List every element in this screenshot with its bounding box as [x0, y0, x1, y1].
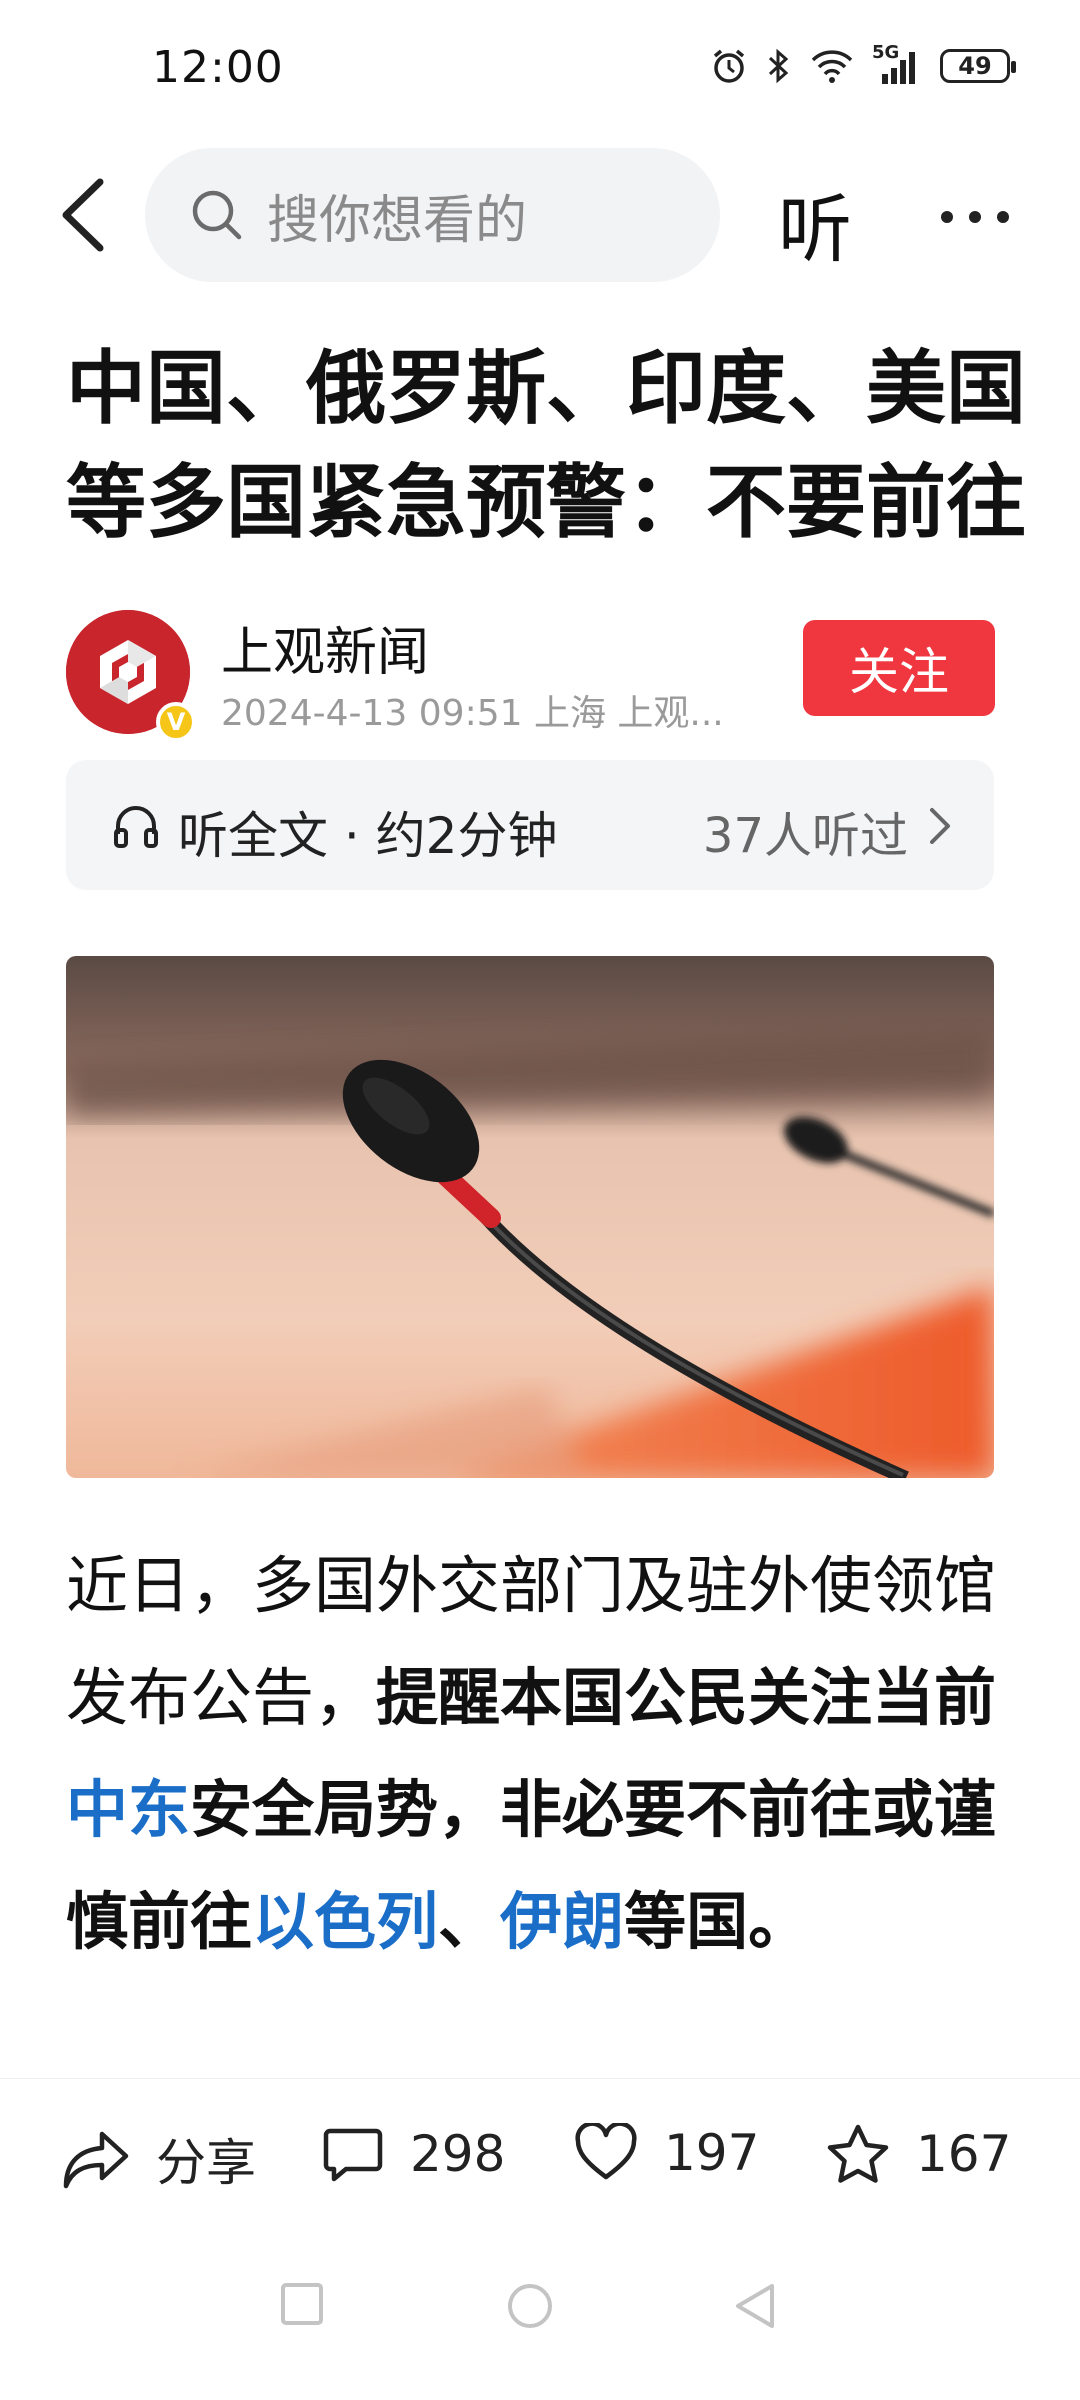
more-button[interactable]	[935, 182, 1015, 252]
share-icon	[63, 2131, 129, 2189]
battery-indicator: 49	[940, 49, 1016, 83]
bluetooth-icon	[768, 48, 789, 84]
body-bold-text: 等国。	[624, 1885, 811, 1958]
status-time: 12:00	[152, 42, 284, 93]
favorite-count: 167	[916, 2125, 1012, 2183]
favorite-button[interactable]: 167	[826, 2123, 1011, 2185]
circle-icon	[508, 2284, 552, 2328]
microphone-photo	[66, 956, 994, 1478]
chevron-left-icon	[62, 178, 104, 252]
headphone-icon	[114, 806, 158, 848]
article-hero-image[interactable]	[66, 956, 994, 1478]
listen-label: 听全文 · 约2分钟	[178, 807, 558, 865]
avatar[interactable]: V	[66, 610, 196, 742]
system-back-button[interactable]	[732, 2282, 776, 2334]
system-nav-bar	[0, 2228, 1080, 2400]
square-icon	[281, 2283, 323, 2325]
heart-icon	[575, 2123, 637, 2180]
action-bar: 分享 298 197 167	[0, 2078, 1080, 2229]
search-placeholder: 搜你想看的	[267, 190, 528, 251]
like-count: 197	[664, 2124, 760, 2182]
share-button[interactable]: 分享	[62, 2123, 256, 2195]
top-bar: 搜你想看的 听	[0, 140, 1080, 290]
wifi-icon	[811, 50, 853, 83]
home-button[interactable]	[506, 2282, 554, 2334]
article-title: 中国、俄罗斯、印度、美国等多国紧急预警：不要前往	[66, 342, 1026, 549]
article-body: 近日，多国外交部门及驻外使领馆发布公告，提醒本国公民关注当前中东安全局势，非必要…	[66, 1530, 1006, 1978]
verified-badge-icon: V	[156, 702, 196, 742]
comment-icon	[323, 2128, 383, 2182]
body-bold-text: 提醒本国公民关注当前	[376, 1661, 997, 1734]
back-button[interactable]	[52, 170, 122, 260]
listen-count: 37人听过	[702, 808, 908, 864]
comment-button[interactable]: 298	[322, 2123, 505, 2185]
status-bar: 12:00 5G 49	[0, 0, 1080, 140]
author-name[interactable]: 上观新闻	[221, 610, 429, 685]
author-meta: 2024-4-13 09:51 上海 上观...	[221, 693, 724, 734]
chevron-right-icon	[930, 808, 950, 844]
search-icon	[192, 190, 242, 240]
triangle-back-icon	[736, 2284, 774, 2328]
topic-link-iran[interactable]: 伊朗	[500, 1885, 624, 1958]
topic-link-middle-east[interactable]: 中东	[66, 1773, 190, 1846]
author-row: V 上观新闻 2024-4-13 09:51 上海 上观... 关注	[66, 600, 1016, 742]
alarm-icon	[713, 49, 745, 83]
topic-link-israel[interactable]: 以色列	[252, 1885, 438, 1958]
follow-button[interactable]: 关注	[803, 620, 995, 716]
share-label: 分享	[156, 2134, 256, 2192]
comment-count: 298	[410, 2125, 506, 2183]
like-button[interactable]: 197	[574, 2123, 759, 2183]
listen-full-text-bar[interactable]: 听全文 · 约2分钟 37人听过	[66, 760, 994, 890]
body-bold-text: 、	[438, 1885, 501, 1958]
star-icon	[827, 2124, 889, 2183]
more-icon	[941, 211, 1009, 223]
status-icons: 5G 49	[710, 42, 1016, 86]
listen-button[interactable]: 听	[778, 170, 852, 277]
search-input[interactable]: 搜你想看的	[145, 148, 720, 282]
recent-apps-button[interactable]	[280, 2282, 324, 2330]
signal-icon: 5G	[872, 42, 922, 86]
